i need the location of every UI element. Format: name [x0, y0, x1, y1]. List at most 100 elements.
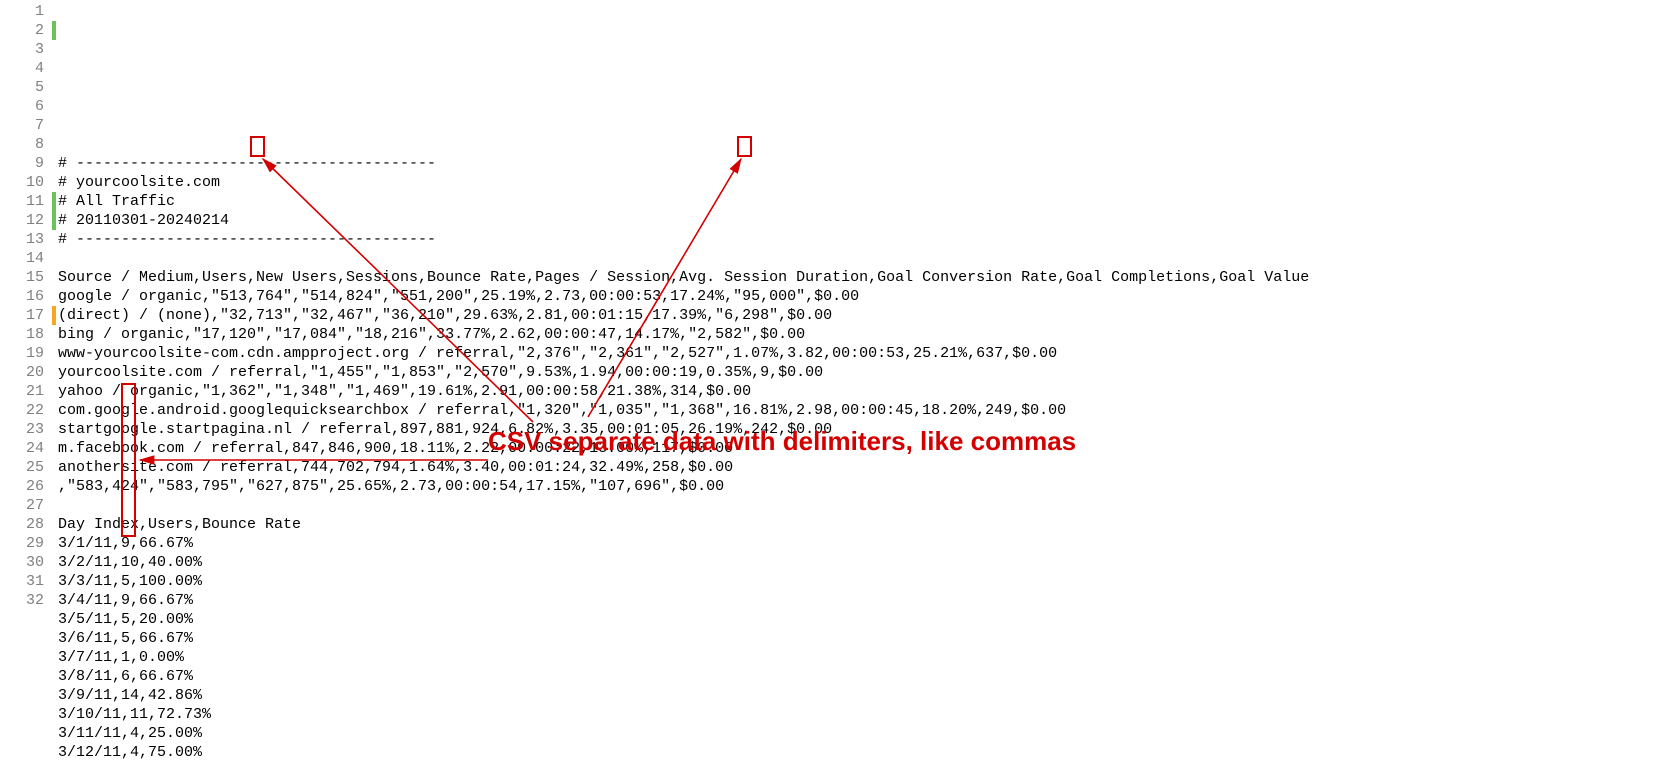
line-number: 2	[0, 21, 44, 40]
change-mark	[52, 230, 56, 249]
line-number: 5	[0, 78, 44, 97]
line-number-gutter: 1234567891011121314151617181920212223242…	[0, 2, 52, 610]
line-number: 4	[0, 59, 44, 78]
line-number: 14	[0, 249, 44, 268]
code-line: anothersite.com / referral,744,702,794,1…	[58, 458, 1673, 477]
change-mark	[52, 135, 56, 154]
code-line: # --------------------------------------…	[58, 154, 1673, 173]
code-line	[58, 249, 1673, 268]
delimiter-highlight-3	[121, 383, 136, 537]
change-mark	[52, 59, 56, 78]
code-line: yourcoolsite.com / referral,"1,455","1,8…	[58, 363, 1673, 382]
line-number: 3	[0, 40, 44, 59]
code-line: 3/2/11,10,40.00%	[58, 553, 1673, 572]
change-mark	[52, 458, 56, 477]
line-number: 11	[0, 192, 44, 211]
change-mark	[52, 40, 56, 59]
change-mark	[52, 116, 56, 135]
code-line: www-yourcoolsite-com.cdn.ampproject.org …	[58, 344, 1673, 363]
line-number: 8	[0, 135, 44, 154]
line-number: 21	[0, 382, 44, 401]
line-number: 16	[0, 287, 44, 306]
line-number: 20	[0, 363, 44, 382]
line-number: 23	[0, 420, 44, 439]
line-number: 12	[0, 211, 44, 230]
line-number: 22	[0, 401, 44, 420]
code-line: com.google.android.googlequicksearchbox …	[58, 401, 1673, 420]
code-area: CSV separate data with delimiters, like …	[58, 2, 1673, 762]
change-mark	[52, 78, 56, 97]
change-mark	[52, 534, 56, 553]
line-number: 7	[0, 116, 44, 135]
code-line: Day Index,Users,Bounce Rate	[58, 515, 1673, 534]
change-mark	[52, 344, 56, 363]
code-line: ,"583,424","583,795","627,875",25.65%,2.…	[58, 477, 1673, 496]
change-mark	[52, 325, 56, 344]
line-number: 25	[0, 458, 44, 477]
code-line: 3/11/11,4,25.00%	[58, 724, 1673, 743]
line-number: 15	[0, 268, 44, 287]
change-mark	[52, 439, 56, 458]
code-line: 3/4/11,9,66.67%	[58, 591, 1673, 610]
change-mark	[52, 2, 56, 21]
line-number: 10	[0, 173, 44, 192]
change-mark	[52, 591, 56, 610]
change-mark	[52, 154, 56, 173]
line-number: 9	[0, 154, 44, 173]
change-mark	[52, 21, 56, 40]
code-line: yahoo / organic,"1,362","1,348","1,469",…	[58, 382, 1673, 401]
line-number: 24	[0, 439, 44, 458]
line-number: 30	[0, 553, 44, 572]
line-number: 32	[0, 591, 44, 610]
line-number: 13	[0, 230, 44, 249]
code-line: 3/3/11,5,100.00%	[58, 572, 1673, 591]
delimiter-highlight-2	[737, 136, 752, 157]
change-mark	[52, 477, 56, 496]
change-mark	[52, 192, 56, 211]
change-mark	[52, 496, 56, 515]
code-line: 3/7/11,1,0.00%	[58, 648, 1673, 667]
code-line: google / organic,"513,764","514,824","55…	[58, 287, 1673, 306]
code-line: 3/10/11,11,72.73%	[58, 705, 1673, 724]
change-mark	[52, 287, 56, 306]
line-number: 17	[0, 306, 44, 325]
line-number: 19	[0, 344, 44, 363]
change-mark	[52, 306, 56, 325]
code-line: 3/1/11,9,66.67%	[58, 534, 1673, 553]
code-line	[58, 496, 1673, 515]
line-number: 6	[0, 97, 44, 116]
code-line: 3/6/11,5,66.67%	[58, 629, 1673, 648]
change-mark	[52, 97, 56, 116]
code-line: # yourcoolsite.com	[58, 173, 1673, 192]
code-line: 3/5/11,5,20.00%	[58, 610, 1673, 629]
code-line: startgoogle.startpagina.nl / referral,89…	[58, 420, 1673, 439]
change-mark	[52, 382, 56, 401]
change-mark	[52, 173, 56, 192]
code-line: 3/12/11,4,75.00%	[58, 743, 1673, 762]
code-line: 3/9/11,14,42.86%	[58, 686, 1673, 705]
code-line: Source / Medium,Users,New Users,Sessions…	[58, 268, 1673, 287]
code-line: 3/8/11,6,66.67%	[58, 667, 1673, 686]
change-mark	[52, 420, 56, 439]
line-number: 27	[0, 496, 44, 515]
code-line: bing / organic,"17,120","17,084","18,216…	[58, 325, 1673, 344]
change-mark	[52, 401, 56, 420]
line-number: 31	[0, 572, 44, 591]
code-line: m.facebook.com / referral,847,846,900,18…	[58, 439, 1673, 458]
code-editor: 1234567891011121314151617181920212223242…	[0, 0, 1673, 762]
delimiter-highlight-1	[250, 136, 265, 157]
change-mark	[52, 572, 56, 591]
change-mark	[52, 211, 56, 230]
line-number: 18	[0, 325, 44, 344]
line-number: 1	[0, 2, 44, 21]
line-number: 28	[0, 515, 44, 534]
change-mark	[52, 363, 56, 382]
code-line: # 20110301-20240214	[58, 211, 1673, 230]
change-mark	[52, 553, 56, 572]
change-mark	[52, 515, 56, 534]
change-mark	[52, 249, 56, 268]
line-number: 29	[0, 534, 44, 553]
code-line: (direct) / (none),"32,713","32,467","36,…	[58, 306, 1673, 325]
code-line: # All Traffic	[58, 192, 1673, 211]
change-mark	[52, 268, 56, 287]
